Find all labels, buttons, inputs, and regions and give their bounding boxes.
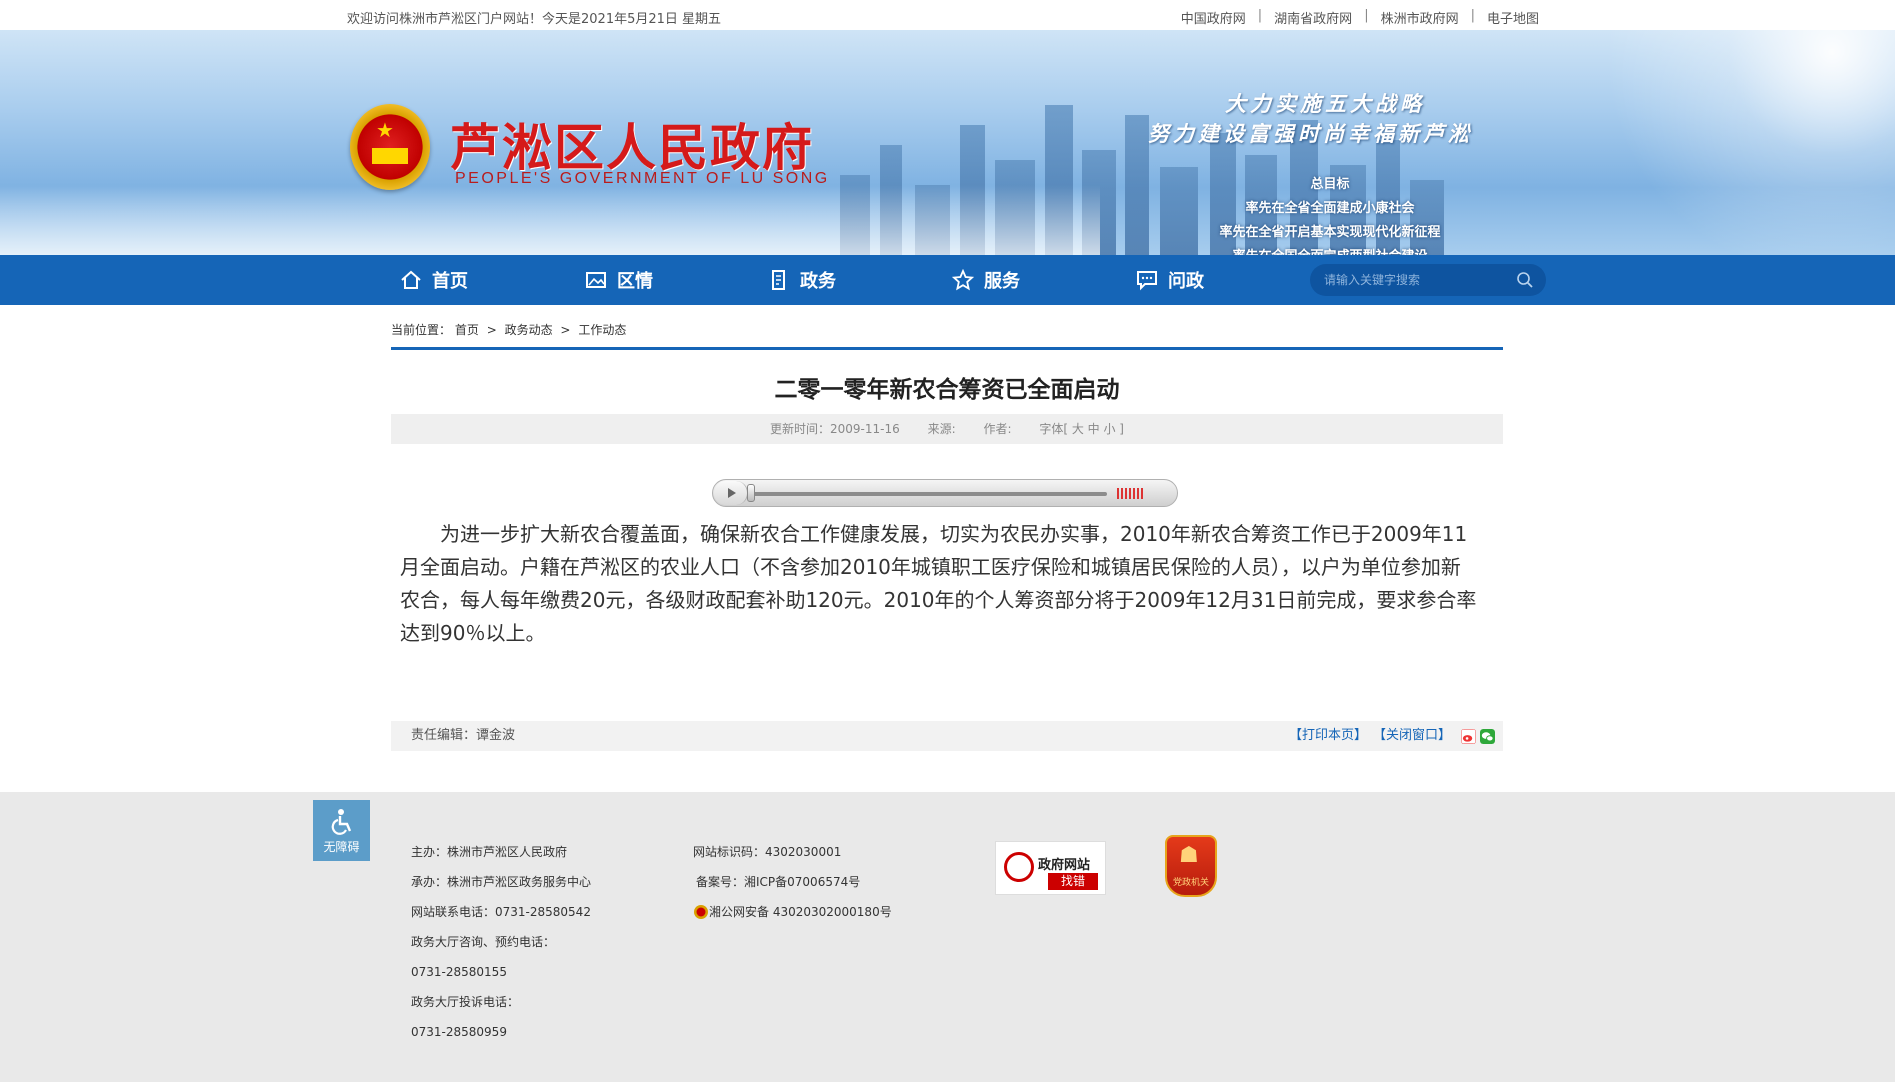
nav-label: 政务	[800, 271, 836, 292]
top-links: 中国政府网 | 湖南省政府网 | 株洲市政府网 | 电子地图	[1181, 8, 1539, 27]
footer-icp[interactable]: 备案号：湘ICP备07006574号	[693, 867, 892, 897]
party-gov-organ-badge[interactable]: ☗ 党政机关	[1165, 835, 1217, 897]
welcome-text: 欢迎访问株洲市芦淞区门户网站！今天是2021年5月21日 星期五	[347, 12, 722, 27]
link-zhuzhou-gov[interactable]: 株洲市政府网	[1381, 8, 1459, 27]
author-label: 作者:	[983, 422, 1012, 436]
footer-police-record-text: 湘公网安备 43020302000180号	[709, 905, 892, 919]
link-separator: |	[1364, 8, 1369, 23]
footer-host: 主办：株洲市芦淞区人民政府	[411, 845, 568, 859]
footer-hall-complaint-phone: 0731-28580959	[411, 1025, 507, 1039]
accessibility-label: 无障碍	[323, 840, 360, 854]
search-icon[interactable]	[1516, 271, 1534, 289]
party-badge-label: 党政机关	[1172, 878, 1209, 888]
goal-item: 率先在全省全面建成小康社会	[1245, 201, 1415, 216]
magnifier-icon	[1004, 852, 1034, 882]
goal-heading: 总目标	[1310, 177, 1350, 192]
nav-label: 问政	[1168, 271, 1204, 292]
footer-police-record[interactable]: 湘公网安备 43020302000180号	[693, 897, 892, 927]
top-bar: 欢迎访问株洲市芦淞区门户网站！今天是2021年5月21日 星期五 中国政府网 |…	[0, 0, 1895, 30]
weibo-share-icon[interactable]	[1461, 728, 1476, 744]
link-hunan-gov[interactable]: 湖南省政府网	[1274, 8, 1352, 27]
breadcrumb-home[interactable]: 首页	[455, 323, 479, 337]
font-size-switcher[interactable]: 字体[ 大 中 小 ]	[1039, 422, 1124, 436]
link-separator: |	[1257, 8, 1263, 23]
nav-item-district[interactable]: 区情	[585, 255, 653, 305]
search-input[interactable]	[1324, 271, 1504, 289]
header-banner: ★ 芦淞区人民政府 PEOPLE'S GOVERNMENT OF LU SONG…	[0, 30, 1895, 255]
document-icon	[772, 270, 785, 290]
picture-icon	[586, 272, 606, 288]
wechat-share-icon[interactable]	[1480, 728, 1495, 744]
nav-item-affairs[interactable]: 政务	[768, 255, 836, 305]
site-footer: 无障碍 主办：株洲市芦淞区人民政府 承办：株洲市芦淞区政务服务中心 网站联系电话…	[0, 792, 1895, 1082]
footer-hall-consult-label: 政务大厅咨询、预约电话：	[411, 935, 556, 949]
editor-label: 责任编辑：谭金波	[411, 728, 516, 743]
progress-track[interactable]	[749, 492, 1107, 496]
article-footer-bar: 责任编辑：谭金波 【打印本页】 【关闭窗口】	[391, 721, 1503, 751]
tiananmen-icon	[372, 148, 408, 164]
goals-ticker: 总目标 率先在全省全面建成小康社会 率先在全省开启基本实现现代化新征程 率先在全…	[1190, 173, 1470, 255]
slogan-line-2: 努力建设富强时尚幸福新芦淞	[1148, 121, 1473, 146]
divider	[391, 347, 1503, 350]
party-emblem-icon: ☗	[1179, 843, 1199, 868]
article-body: 为进一步扩大新农合覆盖面，确保新农合工作健康发展，切实为农民办实事，2010年新…	[400, 522, 1477, 645]
article-actions: 【打印本页】 【关闭窗口】	[1289, 721, 1495, 751]
footer-hall-complaint-label: 政务大厅投诉电话：	[411, 995, 520, 1009]
star-icon: ★	[376, 118, 394, 142]
source-label: 来源:	[927, 422, 956, 436]
goal-item: 率先在全省开启基本实现现代化新征程	[1219, 225, 1441, 240]
gov-site-error-report-badge[interactable]: 政府网站 找错	[995, 841, 1106, 895]
play-button[interactable]	[714, 481, 748, 505]
nav-label: 区情	[617, 271, 653, 292]
national-emblem-icon: ★	[350, 104, 430, 190]
footer-info-col-2: 网站标识码：4302030001 备案号：湘ICP备07006574号 湘公网安…	[693, 837, 892, 927]
badge-error-line-2: 找错	[1048, 873, 1098, 890]
nav-item-inquiry[interactable]: 问政	[1136, 255, 1204, 305]
close-window-link[interactable]: 【关闭窗口】	[1373, 721, 1451, 751]
goal-item: 率先在全国全面完成两型社会建设	[1190, 245, 1470, 255]
wheelchair-icon	[331, 809, 351, 835]
nav-item-service[interactable]: 服务	[952, 255, 1020, 305]
footer-contact-phone: 网站联系电话：0731-28580542	[411, 905, 591, 919]
link-e-map[interactable]: 电子地图	[1487, 8, 1539, 27]
article-meta: 更新时间：2009-11-16 来源: 作者: 字体[ 大 中 小 ]	[391, 414, 1503, 444]
sun-glow	[1475, 30, 1895, 255]
breadcrumb-arrow: >	[560, 323, 571, 337]
breadcrumb-arrow: >	[486, 323, 497, 337]
accessibility-button[interactable]: 无障碍	[313, 800, 370, 861]
link-separator: |	[1470, 8, 1475, 23]
slogan-line-1: 大力实施五大战略	[1225, 91, 1425, 116]
breadcrumb: 当前位置： 首页 > 政务动态 > 工作动态	[391, 321, 626, 338]
breadcrumb-prefix: 当前位置：	[391, 323, 452, 337]
chat-icon	[1137, 271, 1157, 291]
nav-label: 服务	[984, 271, 1020, 292]
volume-icon[interactable]	[1117, 488, 1143, 499]
article-title: 二零一零年新农合筹资已全面启动	[774, 377, 1120, 403]
footer-site-id: 网站标识码：4302030001	[693, 845, 842, 859]
breadcrumb-affairs-news[interactable]: 政务动态	[505, 323, 553, 337]
home-icon	[401, 270, 421, 289]
star-icon	[952, 269, 974, 291]
update-time: 更新时间：2009-11-16	[770, 422, 900, 436]
footer-hall-consult-phone: 0731-28580155	[411, 965, 507, 979]
footer-info-col-1: 主办：株洲市芦淞区人民政府 承办：株洲市芦淞区政务服务中心 网站联系电话：073…	[411, 837, 591, 1047]
nav-label: 首页	[432, 271, 468, 292]
site-subtitle: PEOPLE'S GOVERNMENT OF LU SONG	[455, 170, 830, 187]
police-badge-icon	[694, 905, 708, 919]
main-nav: 首页 区情 政务 服务 问政	[0, 255, 1895, 305]
audio-player	[712, 479, 1178, 507]
print-link[interactable]: 【打印本页】	[1289, 721, 1367, 751]
footer-organizer: 承办：株洲市芦淞区政务服务中心	[411, 875, 592, 889]
progress-thumb[interactable]	[747, 484, 755, 502]
badge-error-line-1: 政府网站	[1038, 858, 1091, 873]
breadcrumb-work-news[interactable]: 工作动态	[578, 323, 626, 337]
nav-item-home[interactable]: 首页	[400, 255, 468, 305]
link-gov-cn[interactable]: 中国政府网	[1181, 8, 1246, 27]
search-box	[1310, 264, 1546, 296]
cloud-overlay	[0, 185, 1100, 255]
